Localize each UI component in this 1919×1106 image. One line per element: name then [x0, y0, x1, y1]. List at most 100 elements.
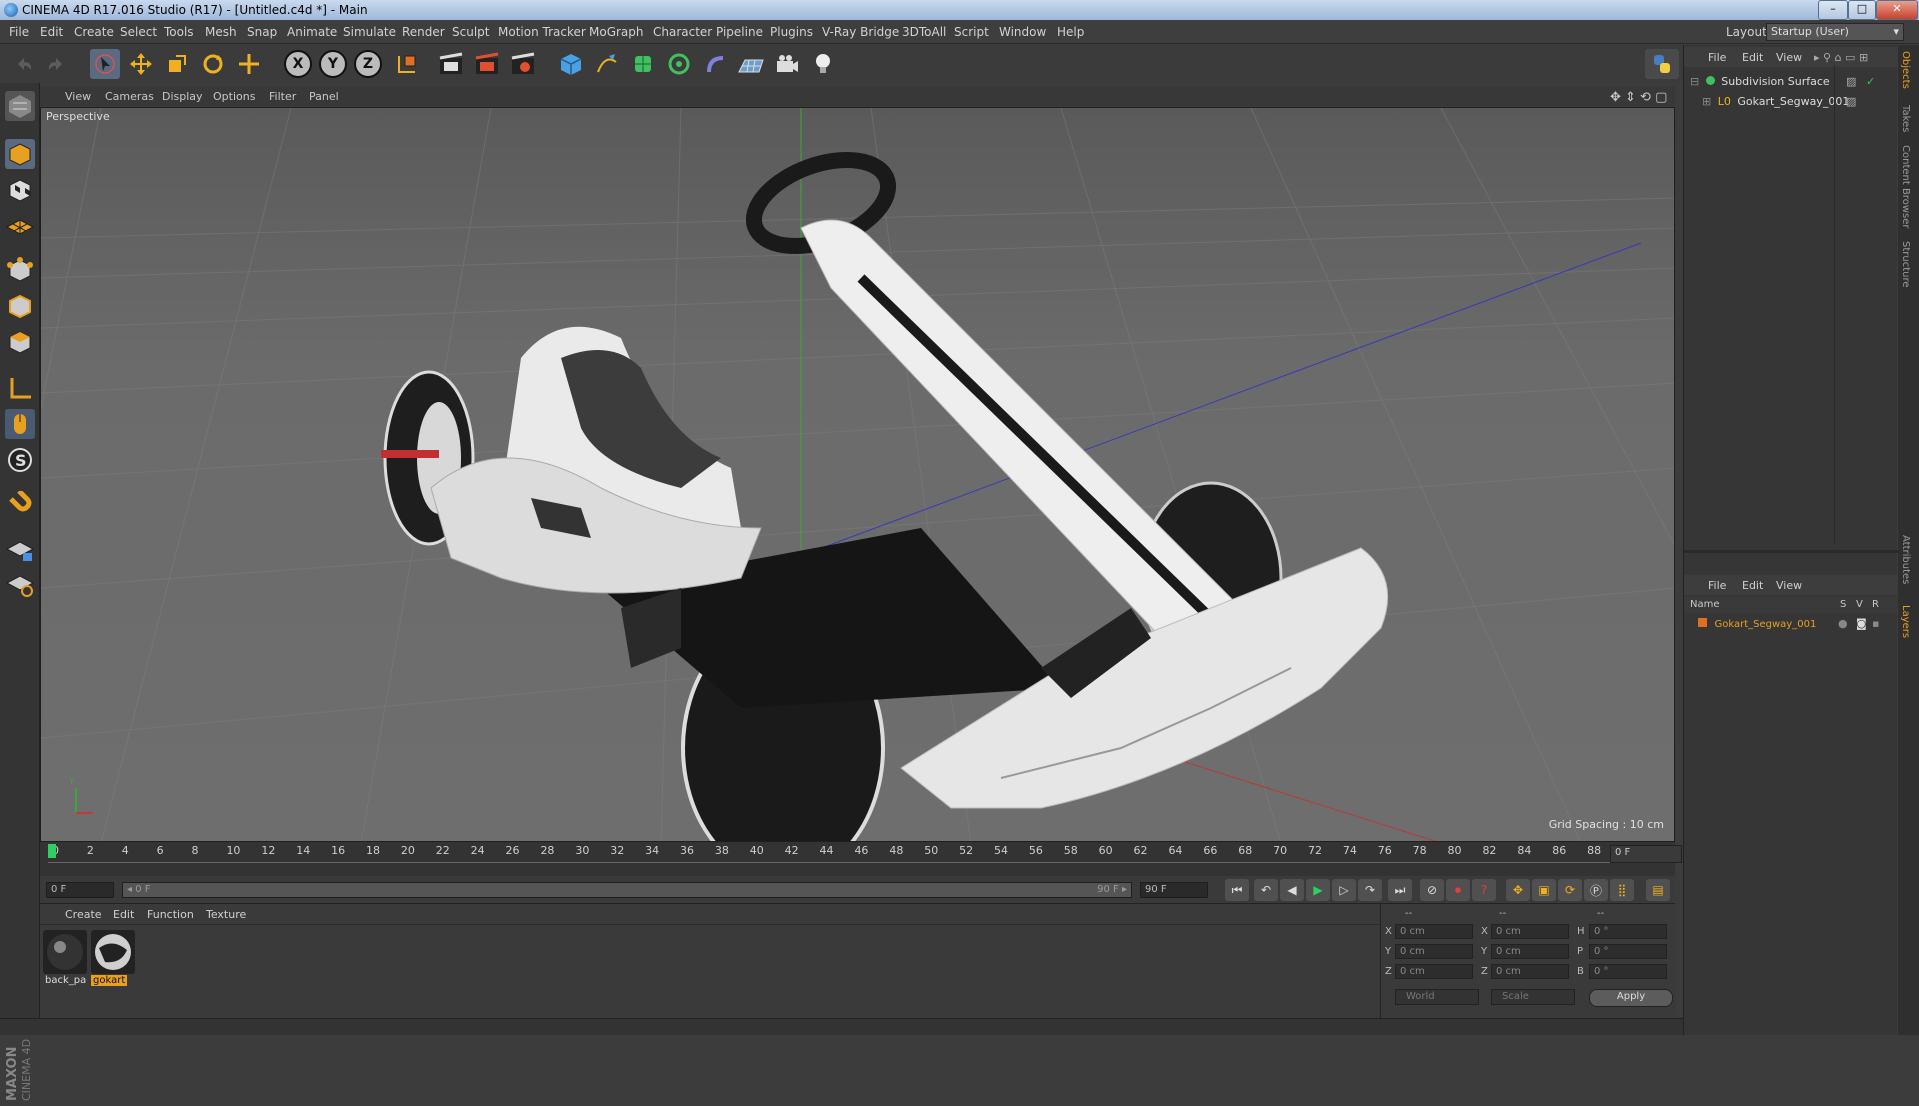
menu-script[interactable]: Script: [954, 25, 989, 39]
coord-system-select[interactable]: World: [1395, 989, 1479, 1005]
apply-button[interactable]: Apply: [1589, 989, 1673, 1007]
position-y-field[interactable]: 0 cm: [1395, 944, 1473, 959]
layer-menu-file[interactable]: File: [1708, 579, 1726, 592]
layer-render-icon[interactable]: ▪: [1872, 617, 1879, 630]
axis-z-icon[interactable]: Z: [353, 49, 383, 79]
menu-plugins[interactable]: Plugins: [770, 25, 813, 39]
light-icon[interactable]: [808, 49, 838, 79]
prev-frame-icon[interactable]: ◀: [1280, 879, 1304, 901]
menu-motion-tracker[interactable]: Motion Tracker: [498, 25, 586, 39]
material-name-selected[interactable]: gokart: [91, 975, 128, 986]
tweak-mode-icon[interactable]: [5, 409, 35, 439]
vp-navigate-icons[interactable]: ✥ ⇕ ⟲ ▢: [1610, 90, 1667, 105]
coord-size-mode-select[interactable]: Scale: [1491, 989, 1575, 1005]
vp-menu-panel[interactable]: Panel: [309, 90, 339, 103]
edges-mode-icon[interactable]: [5, 291, 35, 321]
layer-tag-icon[interactable]: ▨: [1846, 95, 1856, 108]
model-mode-icon[interactable]: [5, 139, 35, 169]
material-swatch[interactable]: [43, 930, 87, 974]
maximize-button[interactable]: □: [1848, 0, 1876, 20]
axis-mode-icon[interactable]: [5, 373, 35, 403]
rotate-icon[interactable]: [198, 49, 228, 79]
playhead[interactable]: [48, 844, 56, 858]
position-z-field[interactable]: 0 cm: [1395, 964, 1473, 979]
material-swatch[interactable]: [91, 930, 135, 974]
mat-menu-create[interactable]: Create: [65, 908, 102, 921]
locked-workplane-icon[interactable]: [5, 535, 35, 565]
select-arrow-icon[interactable]: [90, 49, 120, 79]
make-editable-icon[interactable]: [5, 91, 35, 121]
menu-select[interactable]: Select: [120, 25, 157, 39]
move-icon[interactable]: [126, 49, 156, 79]
autokey-icon[interactable]: ?: [1472, 879, 1496, 901]
layer-col-render[interactable]: R: [1872, 599, 1879, 610]
texture-mode-icon[interactable]: [5, 175, 35, 205]
obj-menu-file[interactable]: File: [1708, 51, 1726, 64]
layer-col-solo[interactable]: S: [1840, 599, 1846, 610]
layer-col-view[interactable]: V: [1856, 599, 1863, 610]
record-icon[interactable]: ⏺: [1446, 879, 1470, 901]
close-button[interactable]: ✕: [1876, 0, 1918, 20]
menu-3dtoall[interactable]: 3DToAll: [902, 25, 946, 39]
live-selection-icon[interactable]: [234, 49, 264, 79]
obj-toolbar-icons[interactable]: ▸ ⚲ ⌂ ▭ ⊞: [1814, 51, 1868, 64]
layout-select[interactable]: Startup (User) ▾: [1766, 23, 1904, 41]
menu-pipeline[interactable]: Pipeline: [716, 25, 763, 39]
object-name[interactable]: Subdivision Surface: [1721, 75, 1829, 88]
redo-icon[interactable]: [42, 49, 72, 79]
vp-menu-display[interactable]: Display: [162, 90, 203, 103]
camera-icon[interactable]: [772, 49, 802, 79]
menu-mograph[interactable]: MoGraph: [589, 25, 644, 39]
tab-objects[interactable]: Objects: [1900, 51, 1911, 89]
key-pla-icon[interactable]: ⣿: [1610, 879, 1634, 901]
points-mode-icon[interactable]: [5, 255, 35, 285]
minimize-button[interactable]: –: [1818, 0, 1848, 20]
menu-help[interactable]: Help: [1057, 25, 1084, 39]
timeline-ruler[interactable]: 0246810121416182022242628303234363840424…: [40, 842, 1675, 876]
snap-icon[interactable]: S: [5, 445, 35, 475]
menu-animate[interactable]: Animate: [287, 25, 337, 39]
vp-menu-filter[interactable]: Filter: [269, 90, 296, 103]
tab-takes[interactable]: Takes: [1900, 105, 1911, 132]
workplane-mode-icon[interactable]: [5, 211, 35, 241]
floor-scene-icon[interactable]: [736, 49, 766, 79]
collapse-icon[interactable]: ⊟: [1690, 75, 1699, 88]
object-row[interactable]: ⊟ Subdivision Surface ▨ ✓: [1690, 75, 1890, 88]
play-icon[interactable]: ▶: [1306, 879, 1330, 901]
key-scale-icon[interactable]: ▣: [1532, 879, 1556, 901]
next-frame-icon[interactable]: ▷: [1332, 879, 1356, 901]
menu-sculpt[interactable]: Sculpt: [452, 25, 489, 39]
subdivision-icon[interactable]: [628, 49, 658, 79]
layer-solo-icon[interactable]: ●: [1838, 617, 1848, 630]
record-disabled-icon[interactable]: ⊘: [1420, 879, 1444, 901]
obj-menu-edit[interactable]: Edit: [1742, 51, 1763, 64]
tab-layers[interactable]: Layers: [1900, 605, 1911, 638]
go-to-end-icon[interactable]: ⏭: [1388, 879, 1412, 901]
menu-edit[interactable]: Edit: [40, 25, 63, 39]
size-x-field[interactable]: 0 cm: [1491, 924, 1569, 939]
layer-menu-edit[interactable]: Edit: [1742, 579, 1763, 592]
menu-render[interactable]: Render: [402, 25, 445, 39]
mat-menu-texture[interactable]: Texture: [206, 908, 246, 921]
vp-menu-options[interactable]: Options: [213, 90, 255, 103]
world-coords-icon[interactable]: [392, 49, 422, 79]
menu-tools[interactable]: Tools: [164, 25, 194, 39]
key-position-icon[interactable]: ✥: [1506, 879, 1530, 901]
current-frame-field[interactable]: 0 F: [1610, 845, 1682, 863]
rotation-h-field[interactable]: 0 °: [1589, 924, 1667, 939]
object-name[interactable]: Gokart_Segway_001: [1737, 95, 1849, 108]
axis-x-icon[interactable]: X: [283, 49, 313, 79]
go-to-start-icon[interactable]: ⏮: [1225, 879, 1249, 901]
mat-menu-function[interactable]: Function: [147, 908, 194, 921]
deformer-icon[interactable]: [700, 49, 730, 79]
scale-icon[interactable]: [162, 49, 192, 79]
next-keyframe-icon[interactable]: ↷: [1358, 879, 1382, 901]
layer-menu-view[interactable]: View: [1776, 579, 1802, 592]
menu-mesh[interactable]: Mesh: [205, 25, 237, 39]
obj-menu-view[interactable]: View: [1776, 51, 1802, 64]
undo-icon[interactable]: [8, 49, 38, 79]
pen-spline-icon[interactable]: [592, 49, 622, 79]
perspective-viewport[interactable]: Y Perspective Grid Spacing : 10 cm: [40, 107, 1675, 842]
material-name[interactable]: back_pa: [43, 975, 88, 986]
menu-create[interactable]: Create: [74, 25, 114, 39]
